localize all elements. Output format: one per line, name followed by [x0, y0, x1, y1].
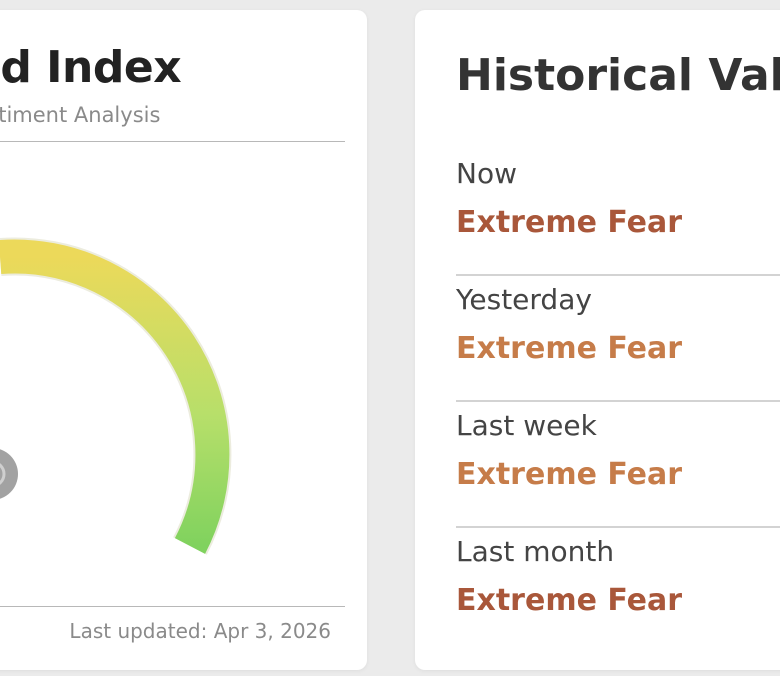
gauge-pivot-icon	[0, 449, 18, 499]
divider	[0, 606, 345, 607]
history-row-yesterday: Yesterday Extreme Fear	[456, 276, 780, 402]
history-label: Last month	[456, 535, 615, 568]
history-row-last-week: Last week Extreme Fear	[456, 402, 780, 528]
gauge-arc	[0, 237, 232, 555]
fear-greed-index-card: ed Index entiment Analysis Last updated:…	[0, 10, 367, 670]
historical-values-list: Now Extreme Fear Yesterday Extreme Fear …	[456, 150, 780, 652]
history-value: Extreme Fear	[456, 205, 683, 240]
history-row-now: Now Extreme Fear	[456, 150, 780, 276]
history-value: Extreme Fear	[456, 457, 683, 492]
history-row-last-month: Last month Extreme Fear	[456, 528, 780, 652]
history-value: Extreme Fear	[456, 331, 683, 366]
history-value: Extreme Fear	[456, 583, 683, 618]
historical-values-title: Historical Valu	[456, 50, 780, 101]
last-updated-text: Last updated: Apr 3, 2026	[69, 619, 331, 643]
history-label: Now	[456, 157, 517, 190]
historical-values-card: Historical Valu Now Extreme Fear Yesterd…	[415, 10, 780, 670]
history-label: Last week	[456, 409, 597, 442]
history-label: Yesterday	[456, 283, 592, 316]
sentiment-gauge	[0, 237, 232, 555]
